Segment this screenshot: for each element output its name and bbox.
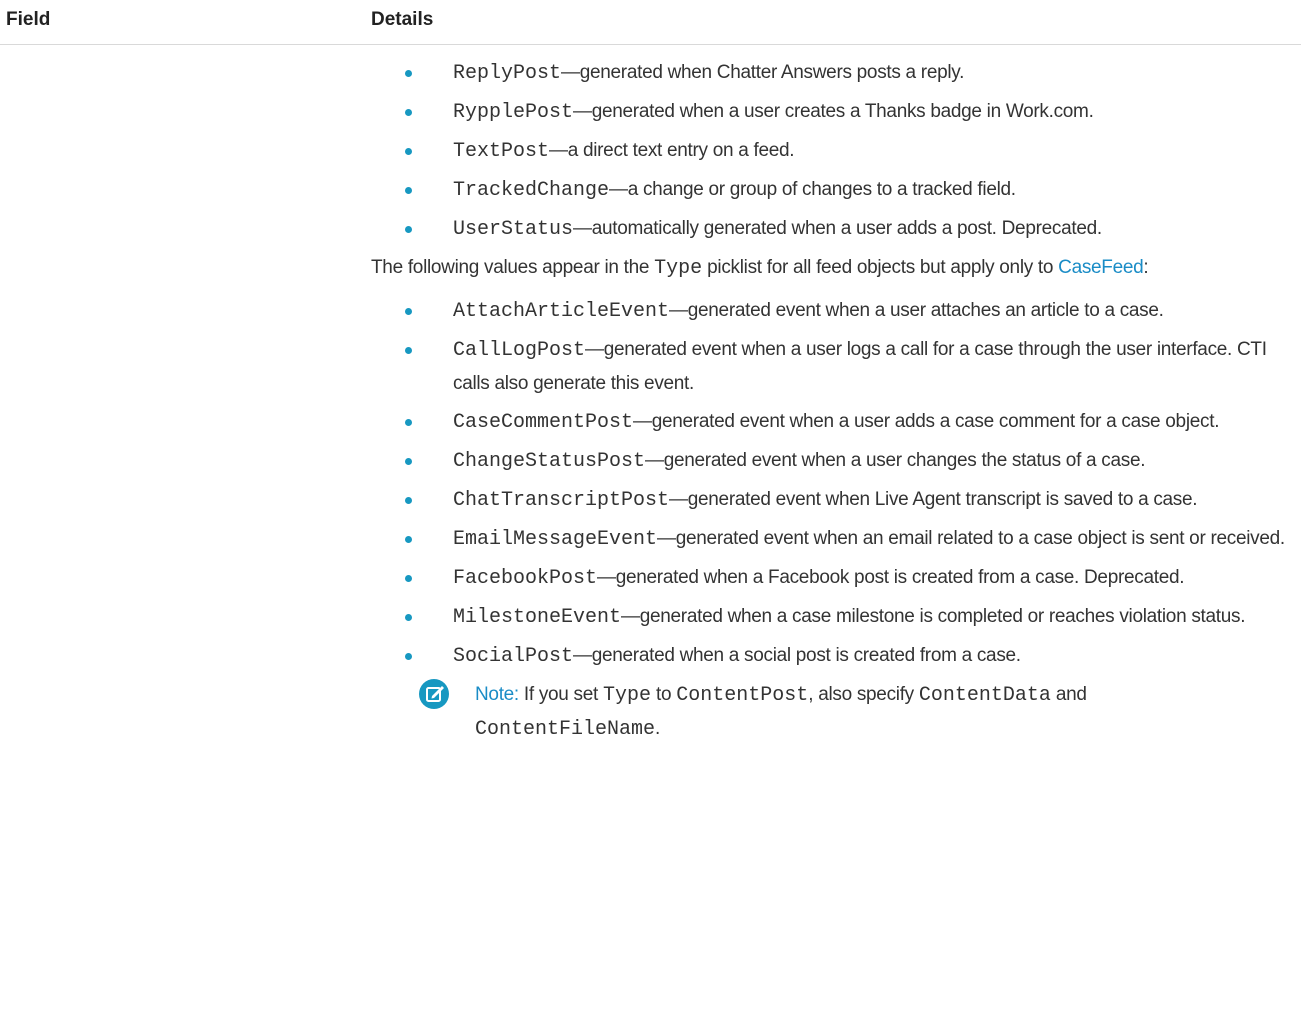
type-code: ChatTranscriptPost (453, 489, 670, 512)
field-column-header: Field (6, 9, 51, 30)
list-item: CaseCommentPost—generated event when a u… (371, 405, 1296, 439)
bullet-icon (405, 187, 412, 194)
list-item: AttachArticleEvent—generated event when … (371, 294, 1296, 328)
type-code: MilestoneEvent (453, 606, 622, 629)
type-code: EmailMessageEvent (453, 528, 658, 551)
type-code: CaseCommentPost (453, 411, 634, 434)
note-code: ContentFileName (475, 718, 656, 741)
bullet-icon (405, 536, 412, 543)
type-code-inline: Type (654, 257, 703, 280)
paragraph-text: The following values appear in the (371, 257, 655, 278)
note-code: Type (602, 684, 651, 707)
list-item: TrackedChange—a change or group of chang… (371, 173, 1296, 207)
bullet-icon (405, 109, 412, 116)
note-label: Note: (475, 684, 519, 705)
type-description: —generated event when a user adds a case… (633, 411, 1220, 432)
note-callout: Note: If you set Type to ContentPost, al… (371, 678, 1296, 746)
bullet-icon (405, 226, 412, 233)
list-item: ChatTranscriptPost—generated event when … (371, 483, 1296, 517)
bullet-icon (405, 497, 412, 504)
type-description: —a change or group of changes to a track… (609, 179, 1016, 200)
type-code: FacebookPost (453, 567, 598, 590)
casefeed-link[interactable]: CaseFeed (1058, 257, 1144, 278)
note-text: to (651, 684, 677, 705)
note-text: , also specify (808, 684, 919, 705)
type-description: —generated when a case milestone is comp… (621, 606, 1246, 627)
list-item: CallLogPost—generated event when a user … (371, 333, 1296, 400)
note-text: If you set (518, 684, 603, 705)
list-item: RypplePost—generated when a user creates… (371, 95, 1296, 129)
note-text: and (1050, 684, 1087, 705)
bullet-icon (405, 614, 412, 621)
case-feed-paragraph: The following values appear in the Type … (371, 251, 1296, 285)
note-code: ContentPost (676, 684, 809, 707)
list-item: ReplyPost—generated when Chatter Answers… (371, 56, 1296, 90)
type-description: —generated event when Live Agent transcr… (669, 489, 1198, 510)
paragraph-punctuation: : (1143, 257, 1149, 278)
type-code: UserStatus (453, 218, 574, 241)
details-column-header: Details (371, 9, 434, 30)
type-description: —generated event when a user attaches an… (669, 300, 1164, 321)
type-description: —generated event when an email related t… (657, 528, 1285, 549)
bullet-icon (405, 419, 412, 426)
case-feed-type-list: AttachArticleEvent—generated event when … (371, 294, 1296, 673)
document-page: Field Details ReplyPost—generated when C… (0, 0, 1301, 1018)
feed-type-list: ReplyPost—generated when Chatter Answers… (371, 56, 1296, 246)
type-code: CallLogPost (453, 339, 586, 362)
bullet-icon (405, 308, 412, 315)
list-item: EmailMessageEvent—generated event when a… (371, 522, 1296, 556)
note-text: . (655, 718, 661, 739)
bullet-icon (405, 347, 412, 354)
type-description: —generated event when a user changes the… (645, 450, 1146, 471)
type-code: TextPost (453, 140, 550, 163)
type-description: —generated when Chatter Answers posts a … (561, 62, 965, 83)
list-item: UserStatus—automatically generated when … (371, 212, 1296, 246)
bullet-icon (405, 575, 412, 582)
type-code: ChangeStatusPost (453, 450, 646, 473)
bullet-icon (405, 458, 412, 465)
paragraph-text: picklist for all feed objects but apply … (702, 257, 1059, 278)
type-description: —generated when a social post is created… (573, 645, 1021, 666)
list-item: MilestoneEvent—generated when a case mil… (371, 600, 1296, 634)
type-description: —generated when a user creates a Thanks … (573, 101, 1094, 122)
list-item: FacebookPost—generated when a Facebook p… (371, 561, 1296, 595)
type-code: ReplyPost (453, 62, 562, 85)
type-description: —automatically generated when a user add… (573, 218, 1102, 239)
table-header: Field Details (0, 0, 1301, 45)
type-code: TrackedChange (453, 179, 610, 202)
edit-note-icon (419, 679, 449, 709)
type-code: SocialPost (453, 645, 574, 668)
type-description: —a direct text entry on a feed. (549, 140, 795, 161)
list-item: SocialPost—generated when a social post … (371, 639, 1296, 673)
note-code: ContentData (918, 684, 1051, 707)
type-code: RypplePost (453, 101, 574, 124)
bullet-icon (405, 653, 412, 660)
details-cell: ReplyPost—generated when Chatter Answers… (371, 56, 1296, 746)
list-item: ChangeStatusPost—generated event when a … (371, 444, 1296, 478)
bullet-icon (405, 148, 412, 155)
type-code: AttachArticleEvent (453, 300, 670, 323)
list-item: TextPost—a direct text entry on a feed. (371, 134, 1296, 168)
type-description: —generated when a Facebook post is creat… (597, 567, 1185, 588)
bullet-icon (405, 70, 412, 77)
